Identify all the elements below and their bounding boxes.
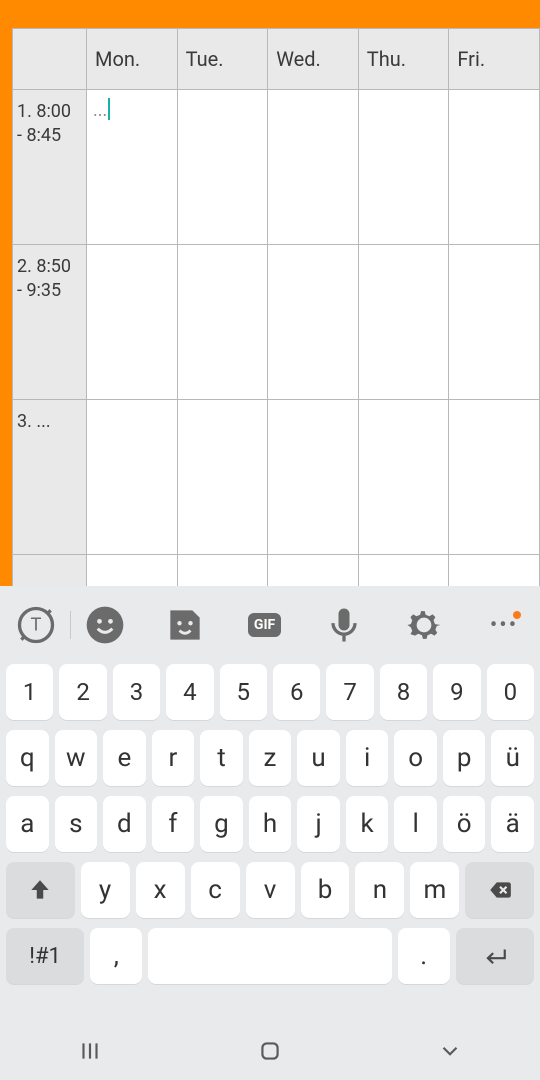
cell-thu-1[interactable] [358, 90, 449, 245]
corner-header [13, 29, 87, 90]
gif-icon[interactable]: GIF [243, 603, 287, 647]
time-row-3: 3. ... [13, 400, 87, 555]
key-a[interactable]: a [6, 796, 49, 852]
cell-wed-3[interactable] [268, 400, 359, 555]
mic-icon[interactable] [322, 603, 366, 647]
time-row-2: 2. 8:50 - 9:35 [13, 245, 87, 400]
active-cell-input[interactable]: ... [93, 100, 110, 121]
key-ä[interactable]: ä [491, 796, 534, 852]
day-header-thu: Thu. [358, 29, 449, 90]
key-2[interactable]: 2 [59, 664, 106, 720]
emoji-icon[interactable] [83, 603, 127, 647]
key-z[interactable]: z [249, 730, 292, 786]
shift-key[interactable] [6, 862, 75, 918]
key-w[interactable]: w [55, 730, 98, 786]
key-r[interactable]: r [152, 730, 195, 786]
period-key[interactable]: . [398, 928, 450, 984]
key-u[interactable]: u [297, 730, 340, 786]
key-t[interactable]: t [200, 730, 243, 786]
day-header-fri: Fri. [449, 29, 540, 90]
symbols-key[interactable]: !#1 [6, 928, 84, 984]
key-ü[interactable]: ü [491, 730, 534, 786]
text-cursor [108, 98, 110, 120]
key-g[interactable]: g [200, 796, 243, 852]
cell-mon-1[interactable]: ... [87, 90, 178, 245]
key-8[interactable]: 8 [380, 664, 427, 720]
cell-fri-3[interactable] [449, 400, 540, 555]
cell-fri-1[interactable] [449, 90, 540, 245]
key-b[interactable]: b [301, 862, 350, 918]
keyboard-area: T GIF ••• [0, 586, 540, 1080]
timetable-app: Mon. Tue. Wed. Thu. Fri. 1. 8:00 - 8:45 … [12, 28, 540, 586]
key-3[interactable]: 3 [113, 664, 160, 720]
key-5[interactable]: 5 [220, 664, 267, 720]
svg-text:T: T [31, 615, 42, 636]
time-row-1: 1. 8:00 - 8:45 [13, 90, 87, 245]
key-s[interactable]: s [55, 796, 98, 852]
key-h[interactable]: h [249, 796, 292, 852]
cell-wed-1[interactable] [268, 90, 359, 245]
text-expand-icon[interactable]: T [14, 603, 58, 647]
cell-fri-2[interactable] [449, 245, 540, 400]
backspace-key[interactable] [465, 862, 534, 918]
key-m[interactable]: m [410, 862, 459, 918]
key-0[interactable]: 0 [487, 664, 534, 720]
key-1[interactable]: 1 [6, 664, 53, 720]
key-9[interactable]: 9 [433, 664, 480, 720]
nav-back[interactable] [420, 1031, 480, 1071]
key-f[interactable]: f [152, 796, 195, 852]
toolbar-divider [70, 611, 71, 639]
day-header-tue: Tue. [177, 29, 268, 90]
sticker-icon[interactable] [163, 603, 207, 647]
more-icon[interactable]: ••• [482, 603, 526, 647]
cell-mon-3[interactable] [87, 400, 178, 555]
day-header-wed: Wed. [268, 29, 359, 90]
cell-thu-3[interactable] [358, 400, 449, 555]
key-v[interactable]: v [246, 862, 295, 918]
system-navbar [0, 1022, 540, 1080]
gif-label: GIF [248, 613, 281, 637]
key-c[interactable]: c [191, 862, 240, 918]
key-d[interactable]: d [103, 796, 146, 852]
key-k[interactable]: k [346, 796, 389, 852]
key-q[interactable]: q [6, 730, 49, 786]
cell-mon-2[interactable] [87, 245, 178, 400]
key-i[interactable]: i [346, 730, 389, 786]
cell-thu-2[interactable] [358, 245, 449, 400]
key-j[interactable]: j [297, 796, 340, 852]
key-l[interactable]: l [394, 796, 437, 852]
cell-placeholder: ... [93, 100, 107, 121]
key-e[interactable]: e [103, 730, 146, 786]
key-o[interactable]: o [394, 730, 437, 786]
key-6[interactable]: 6 [273, 664, 320, 720]
key-p[interactable]: p [443, 730, 486, 786]
key-y[interactable]: y [81, 862, 130, 918]
key-x[interactable]: x [136, 862, 185, 918]
space-key[interactable] [148, 928, 391, 984]
keyboard-toolbar: T GIF ••• [0, 586, 540, 664]
key-ö[interactable]: ö [443, 796, 486, 852]
cell-wed-2[interactable] [268, 245, 359, 400]
cell-tue-3[interactable] [177, 400, 268, 555]
key-7[interactable]: 7 [326, 664, 373, 720]
nav-recents[interactable] [60, 1031, 120, 1071]
cell-tue-2[interactable] [177, 245, 268, 400]
nav-home[interactable] [240, 1031, 300, 1071]
key-4[interactable]: 4 [166, 664, 213, 720]
cell-tue-1[interactable] [177, 90, 268, 245]
gear-icon[interactable] [402, 603, 446, 647]
key-n[interactable]: n [355, 862, 404, 918]
keyboard-rows: 1234567890 qwertzuiopü asdfghjklöä yxcvb… [0, 664, 540, 984]
day-header-mon: Mon. [87, 29, 178, 90]
enter-key[interactable] [456, 928, 534, 984]
comma-key[interactable]: , [90, 928, 142, 984]
